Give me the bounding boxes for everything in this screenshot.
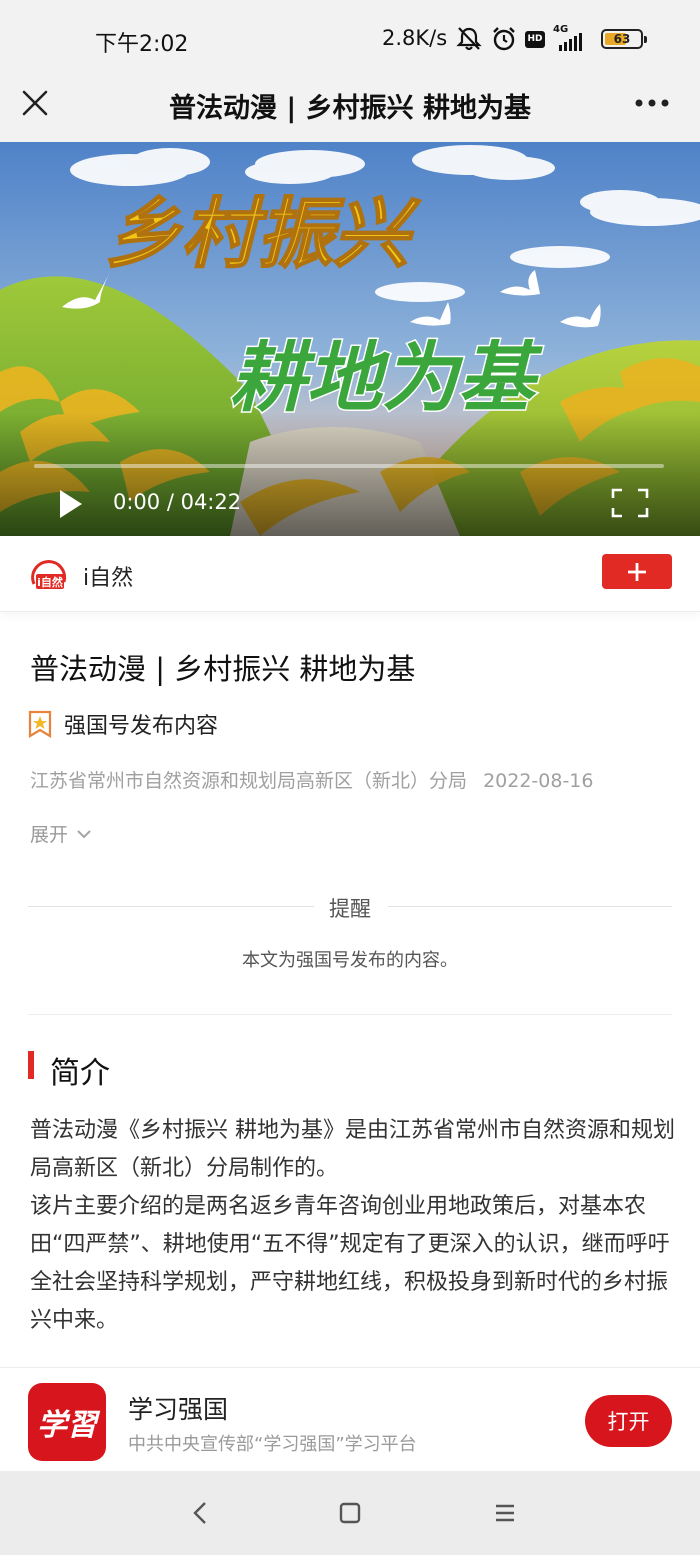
source-label: 强国号发布内容 bbox=[64, 714, 219, 739]
play-icon bbox=[60, 490, 82, 518]
intro-body: 普法动漫《乡村振兴 耕地为基》是由江苏省常州市自然资源和规划局高新区（新北）分局… bbox=[30, 1112, 675, 1340]
system-nav-bar bbox=[0, 1471, 700, 1555]
publisher-name[interactable]: i自然 bbox=[83, 560, 133, 592]
article-date: 2022-08-16 bbox=[483, 770, 594, 792]
plus-icon bbox=[628, 562, 646, 581]
intro-paragraph: 该片主要介绍的是两名返乡青年咨询创业用地政策后，对基本农田“四严禁”、耕地使用“… bbox=[30, 1194, 670, 1333]
publisher-logo[interactable]: i自然 bbox=[28, 554, 70, 594]
expand-label: 展开 bbox=[30, 824, 69, 846]
article-meta: 江苏省常州市自然资源和规划局高新区（新北）分局 2022-08-16 bbox=[30, 766, 603, 793]
article-title: 普法动漫 | 乡村振兴 耕地为基 bbox=[30, 652, 416, 686]
hd-icon: HD bbox=[525, 30, 545, 48]
app-description: 中共中央宣传部“学习强国”学习平台 bbox=[128, 1434, 417, 1455]
article-author: 江苏省常州市自然资源和规划局高新区（新北）分局 bbox=[30, 770, 468, 792]
nav-home-button[interactable] bbox=[330, 1495, 370, 1531]
section-divider bbox=[28, 1014, 672, 1015]
video-progress-bar[interactable] bbox=[34, 464, 664, 468]
nav-menu-button[interactable] bbox=[485, 1495, 525, 1531]
poster-title-line1: 乡村振兴 bbox=[105, 189, 421, 278]
status-time: 下午2:02 bbox=[95, 32, 189, 57]
intro-heading: 简介 bbox=[50, 1056, 110, 1091]
app-download-banner: 学習 学习强国 中共中央宣传部“学习强国”学习平台 打开 bbox=[0, 1367, 700, 1471]
title-bar: 普法动漫 | 乡村振兴 耕地为基 bbox=[0, 80, 700, 142]
back-icon bbox=[193, 1502, 206, 1524]
page-title: 普法动漫 | 乡村振兴 耕地为基 bbox=[168, 93, 532, 124]
video-player[interactable]: 乡村振兴 耕地为基 0:00 / 04:22 bbox=[0, 142, 700, 536]
fullscreen-button[interactable] bbox=[610, 487, 650, 519]
mute-bell-icon bbox=[455, 26, 483, 52]
video-poster-image: 乡村振兴 耕地为基 bbox=[0, 142, 700, 536]
battery-icon: 63 bbox=[601, 29, 647, 49]
battery-level: 63 bbox=[613, 32, 631, 46]
more-horizontal-icon bbox=[635, 99, 669, 107]
home-icon bbox=[339, 1502, 361, 1524]
nav-back-button[interactable] bbox=[180, 1495, 220, 1531]
signal-4g-icon: 4G bbox=[553, 24, 591, 51]
alarm-icon bbox=[491, 26, 517, 52]
notice-text: 本文为强国号发布的内容。 bbox=[242, 950, 458, 971]
status-icons: HD 4G 63 bbox=[455, 24, 647, 54]
close-icon bbox=[22, 90, 48, 116]
menu-icon bbox=[496, 1504, 514, 1522]
notice-title: 提醒 bbox=[329, 897, 371, 921]
publisher-row: i自然 i自然 bbox=[0, 536, 700, 612]
star-badge-icon bbox=[28, 710, 52, 738]
app-name: 学习强国 bbox=[128, 1395, 229, 1424]
publisher-logo-text: i自然 bbox=[37, 575, 63, 589]
video-time: 0:00 / 04:22 bbox=[113, 490, 242, 514]
follow-button[interactable] bbox=[602, 554, 672, 589]
fullscreen-icon bbox=[611, 488, 649, 518]
play-button[interactable] bbox=[54, 486, 86, 522]
network-speed: 2.8K/s bbox=[382, 26, 448, 50]
app-logo: 学習 bbox=[28, 1383, 106, 1461]
source-row: 强国号发布内容 bbox=[28, 708, 218, 740]
poster-title-line2: 耕地为基 bbox=[230, 333, 543, 422]
intro-heading-marker bbox=[28, 1051, 34, 1079]
status-bar: 下午2:02 2.8K/s HD 4G 63 bbox=[0, 0, 700, 80]
more-options-button[interactable] bbox=[630, 86, 674, 120]
intro-paragraph: 普法动漫《乡村振兴 耕地为基》是由江苏省常州市自然资源和规划局高新区（新北）分局… bbox=[30, 1118, 675, 1181]
chevron-down-icon bbox=[77, 829, 91, 838]
expand-button[interactable]: 展开 bbox=[30, 820, 92, 847]
open-app-button[interactable]: 打开 bbox=[585, 1395, 672, 1447]
app-logo-text: 学習 bbox=[37, 1408, 97, 1443]
close-button[interactable] bbox=[18, 86, 52, 120]
